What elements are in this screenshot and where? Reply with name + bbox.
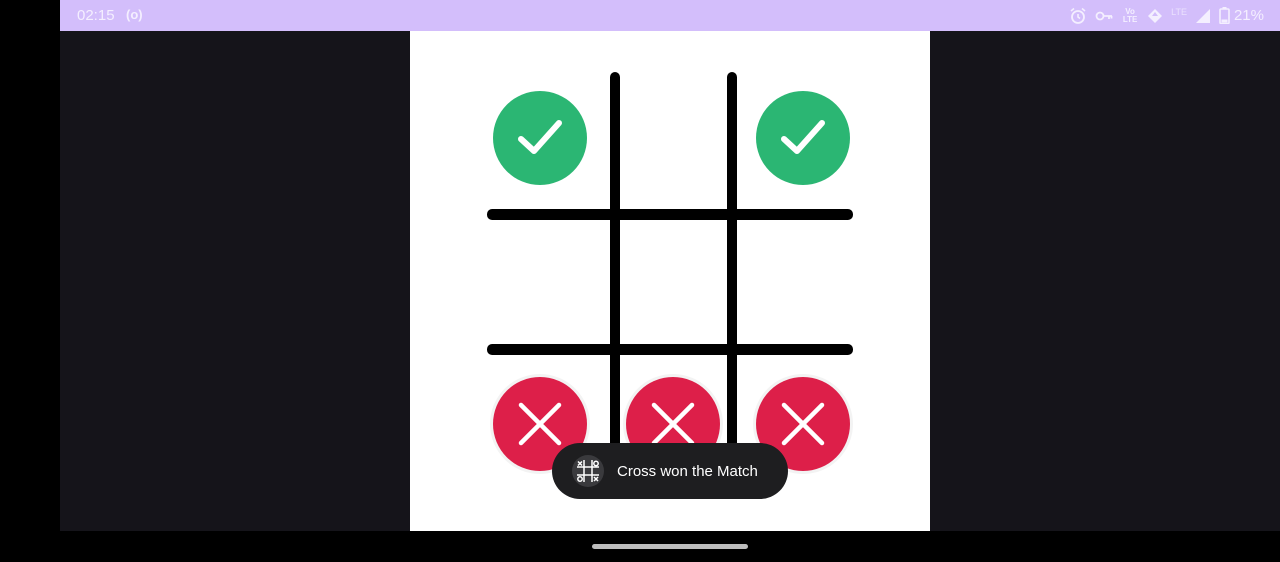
radio-indicator: (o) [126, 7, 143, 22]
cell-1-2-empty[interactable] [756, 236, 850, 330]
status-time: 02:15 [77, 7, 115, 24]
grid-line-horizontal-top [487, 209, 853, 220]
navigation-bar [0, 531, 1280, 562]
cross-icon [651, 402, 695, 446]
cell-0-1-empty[interactable] [626, 91, 720, 185]
battery-percentage: 21% [1233, 7, 1264, 24]
home-gesture-handle[interactable] [592, 544, 748, 549]
check-icon [781, 120, 825, 154]
cross-icon [518, 402, 562, 446]
cross-icon [781, 402, 825, 446]
cell-0-2-check[interactable] [756, 91, 850, 185]
lte-icon: LTE [1171, 6, 1187, 17]
check-icon [518, 120, 562, 154]
status-icons: Vo LTE LTE 21% [1069, 5, 1264, 26]
cell-1-0-empty[interactable] [493, 236, 587, 330]
volte-icon: Vo LTE [1122, 6, 1138, 24]
result-toast: Cross won the Match [552, 443, 788, 499]
cell-1-1-empty[interactable] [626, 236, 720, 330]
status-bar: 02:15 (o) Vo LTE LTE 21% [60, 0, 1280, 31]
alarm-icon [1070, 7, 1086, 24]
tic-tac-toe-icon [572, 455, 604, 487]
grid-line-horizontal-bottom [487, 344, 853, 355]
toast-message: Cross won the Match [617, 462, 758, 480]
grid-line-vertical-right [727, 72, 737, 492]
key-icon [1095, 11, 1113, 20]
signal-icon [1195, 8, 1210, 23]
battery-icon [1219, 7, 1230, 24]
data-arrows-icon [1148, 8, 1163, 23]
grid-line-vertical-left [610, 72, 620, 492]
cell-0-0-check[interactable] [493, 91, 587, 185]
